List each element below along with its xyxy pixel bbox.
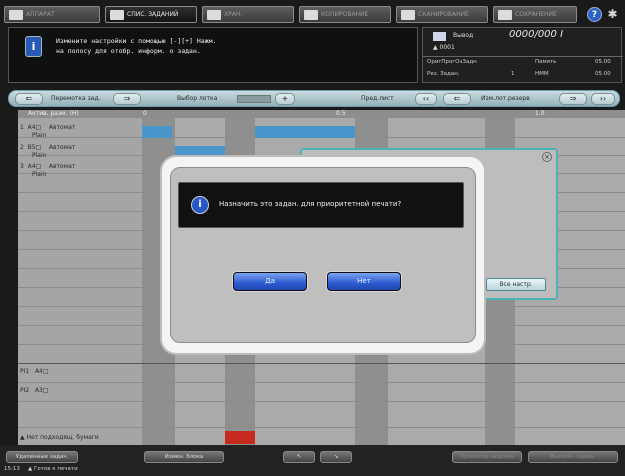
tray-row-3-type: Plain — [32, 171, 47, 178]
message-area: i Измените настройки с помощью [-][+] На… — [8, 27, 418, 83]
all-settings-button[interactable]: Все настр. — [486, 278, 546, 291]
info-icon: i — [191, 196, 209, 214]
row-divider — [18, 427, 625, 428]
tab-scan[interactable]: СКАНИРОВАНИЕ — [396, 6, 488, 23]
row-divider — [18, 401, 625, 402]
status-panel: Вывод 0000/000 I ▲ 0001 ОригПрогОзЗадн П… — [422, 27, 623, 84]
deleted-jobs-button[interactable]: Удаленные задач. — [6, 451, 78, 463]
copy-icon — [304, 9, 318, 20]
tab-job-list[interactable]: СПИС. ЗАДАНИЙ — [105, 6, 197, 23]
tray-label: Выбор лотка — [177, 95, 218, 102]
message-text: Измените настройки с помощью [-][+] Нажм… — [56, 37, 217, 55]
clock: 15:13 — [4, 466, 20, 472]
dialog-message: i Назначить это задан. для приоритетной … — [178, 182, 464, 228]
prev-sheet-label: Пред.лист — [361, 95, 394, 102]
change-block-button[interactable]: Измен. блока — [144, 451, 224, 463]
tray-row-3[interactable]: 3 A4□ Автомат — [20, 163, 75, 170]
no-paper-indicator — [225, 431, 255, 444]
help-icon[interactable]: ? — [587, 7, 602, 22]
output-icon — [433, 32, 446, 41]
tab-storage[interactable]: ХРАН. — [202, 6, 294, 23]
status-text: ▲ Готов к печати — [28, 466, 78, 472]
run-job-button[interactable]: Выполн. задан. — [528, 451, 618, 463]
tray-row-2[interactable]: 2 B5□ Автомат — [20, 144, 75, 151]
arrow-up-button[interactable]: ↖ — [283, 451, 315, 463]
job-preview-button[interactable]: Просмотр задания — [452, 451, 522, 463]
prev-button[interactable]: ⇐ — [443, 93, 471, 105]
zoom-bar[interactable] — [237, 95, 271, 103]
timeline-header: Актив. разм. (Н) 0 0.5 1.0 — [18, 110, 625, 118]
job-bar[interactable] — [142, 126, 172, 138]
close-icon[interactable]: × — [542, 152, 552, 162]
screen: { "tabs": [ {"label": "АППАРАТ", "active… — [0, 0, 625, 476]
tray-change-label: Изм.лот.резерв — [481, 95, 530, 102]
job-list-icon — [110, 9, 124, 20]
sub-counter: ▲ 0001 — [433, 44, 455, 51]
next-button[interactable]: ⇒ — [559, 93, 587, 105]
scroll-right-button[interactable]: ⇒ — [113, 93, 141, 105]
info-icon: i — [25, 36, 42, 57]
save-icon — [498, 9, 512, 20]
zoom-in-button[interactable]: + — [275, 93, 295, 105]
tab-copy[interactable]: КОПИРОВАНИЕ — [299, 6, 391, 23]
machine-icon — [9, 9, 23, 20]
pi1-row[interactable]: PI1 A4□ — [20, 368, 49, 375]
no-paper-row: ▲ Нет подходящ. бумаги — [20, 434, 99, 441]
tab-save[interactable]: СОХРАНЕНИЕ — [493, 6, 577, 23]
arrow-down-button[interactable]: ↘ — [320, 451, 352, 463]
tab-bar: АППАРАТ СПИС. ЗАДАНИЙ ХРАН. КОПИРОВАНИЕ … — [4, 6, 621, 23]
row-divider — [18, 363, 625, 364]
settings-icon[interactable]: ✱ — [605, 7, 620, 22]
job-toolbar: ⇐ Перемотка зад. ⇒ Выбор лотка + Пред.ли… — [8, 90, 620, 107]
yes-button[interactable]: Да — [233, 272, 307, 291]
last-button[interactable]: ›› — [591, 93, 615, 105]
job-bar[interactable] — [255, 126, 355, 138]
scroll-label: Перемотка зад. — [51, 95, 101, 102]
counter: 0000/000 I — [509, 29, 564, 40]
storage-icon — [207, 9, 221, 20]
row-divider — [18, 382, 625, 383]
scan-icon — [401, 9, 415, 20]
pi2-row[interactable]: PI2 A3□ — [20, 387, 49, 394]
output-label: Вывод — [453, 32, 474, 39]
status-grid: ОригПрогОзЗадн Память 05.00 Рез. Задан. … — [423, 56, 623, 84]
tray-row-2-type: Plain — [32, 152, 47, 159]
no-button[interactable]: Нет — [327, 272, 401, 291]
tray-row-1-type: Plain — [32, 132, 47, 139]
first-button[interactable]: ‹‹ — [415, 93, 437, 105]
bottom-bar: Удаленные задач. Измен. блока ↖ ↘ Просмо… — [0, 445, 625, 476]
tab-machine[interactable]: АППАРАТ — [4, 6, 100, 23]
dialog-message-text: Назначить это задан. для приоритетной пе… — [219, 200, 402, 208]
label-column — [18, 110, 142, 445]
tray-row-1[interactable]: 1 A4□ Автомат — [20, 124, 75, 131]
scroll-left-button[interactable]: ⇐ — [15, 93, 43, 105]
